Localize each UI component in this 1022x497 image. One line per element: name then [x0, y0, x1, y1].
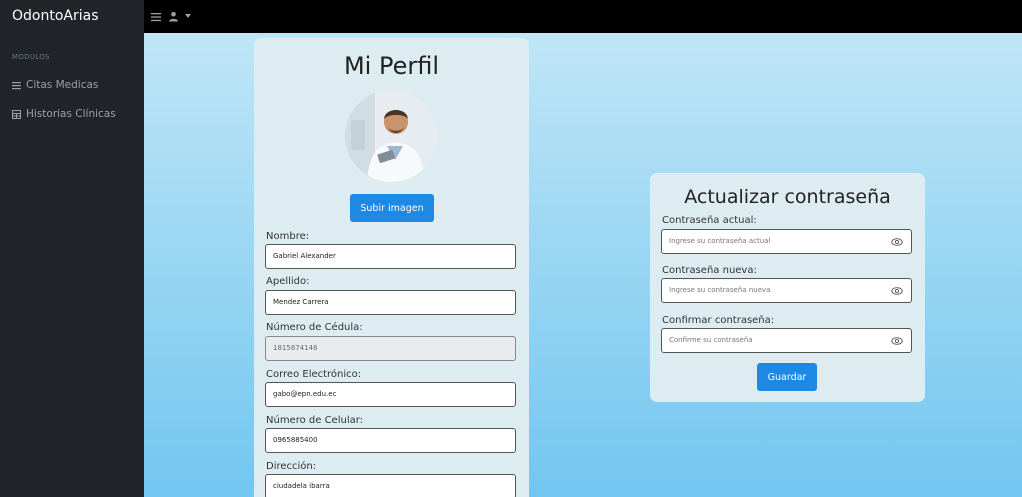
confirm-password-field[interactable]: Confirme su contraseña: [661, 328, 912, 353]
upload-image-button[interactable]: Subir imagen: [350, 194, 434, 222]
sidebar-item-label: Historias Clínicas: [26, 108, 116, 120]
topbar-tools: [150, 0, 191, 33]
nombre-field[interactable]: Gabriel Alexander: [265, 244, 516, 269]
celular-label: Número de Celular:: [266, 415, 364, 426]
nombre-label: Nombre:: [266, 231, 310, 242]
correo-field[interactable]: gabo@epn.edu.ec: [265, 382, 516, 407]
eye-icon[interactable]: [891, 236, 903, 248]
new-password-field[interactable]: Ingrese su contraseña nueva: [661, 278, 912, 303]
list-icon: [12, 81, 21, 90]
table-icon: [12, 109, 21, 119]
password-title: Actualizar contraseña: [684, 186, 891, 208]
apellido-field[interactable]: Mendez Carrera: [265, 290, 516, 315]
main-content: Mi Perfil Subir imagen Nombre: Gabriel A…: [144, 33, 1022, 497]
sidebar-item-citas-medicas[interactable]: Citas Medicas: [12, 79, 98, 91]
brand-logo[interactable]: OdontoArias: [0, 0, 144, 33]
password-card: Actualizar contraseña Contraseña actual:…: [650, 173, 925, 402]
sidebar-heading: MODULOS: [12, 53, 50, 61]
confirm-password-label: Confirmar contraseña:: [662, 315, 775, 326]
apellido-label: Apellido:: [266, 276, 310, 287]
caret-down-icon[interactable]: [185, 14, 191, 19]
sidebar: MODULOS Citas Medicas Historias Clínicas: [0, 33, 144, 497]
avatar: [345, 90, 437, 182]
cedula-label: Número de Cédula:: [266, 322, 363, 333]
direccion-label: Dirección:: [266, 461, 317, 472]
sidebar-item-historias-clinicas[interactable]: Historias Clínicas: [12, 108, 116, 120]
top-navbar: OdontoArias: [0, 0, 1022, 33]
user-icon[interactable]: [168, 11, 179, 22]
cedula-field: 1815674146: [265, 336, 516, 361]
direccion-field[interactable]: ciudadela ibarra: [265, 474, 516, 497]
correo-label: Correo Electrónico:: [266, 369, 362, 380]
celular-field[interactable]: 0965885400: [265, 428, 516, 453]
current-password-placeholder: Ingrese su contraseña actual: [669, 237, 771, 245]
current-password-label: Contraseña actual:: [662, 215, 757, 226]
new-password-placeholder: Ingrese su contraseña nueva: [669, 286, 771, 294]
save-button[interactable]: Guardar: [757, 363, 817, 391]
hamburger-icon[interactable]: [150, 12, 162, 22]
profile-title: Mi Perfil: [343, 52, 440, 80]
eye-icon[interactable]: [891, 285, 903, 297]
sidebar-item-label: Citas Medicas: [26, 79, 99, 91]
profile-card: Mi Perfil Subir imagen Nombre: Gabriel A…: [254, 38, 529, 497]
current-password-field[interactable]: Ingrese su contraseña actual: [661, 229, 912, 254]
confirm-password-placeholder: Confirme su contraseña: [669, 336, 753, 344]
new-password-label: Contraseña nueva:: [662, 265, 757, 276]
eye-icon[interactable]: [891, 335, 903, 347]
